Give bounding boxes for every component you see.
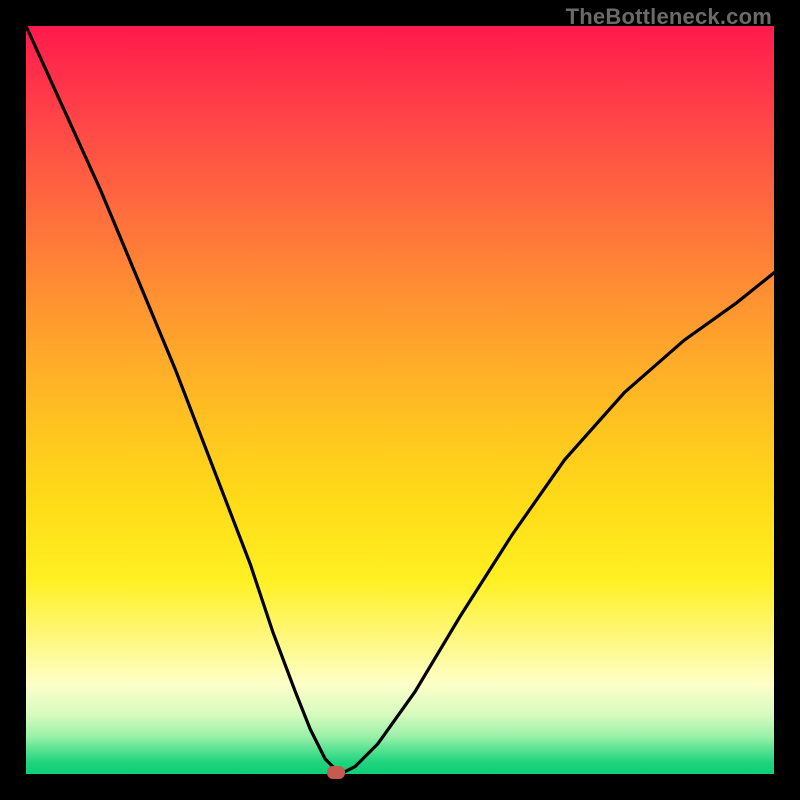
chart-frame: TheBottleneck.com [0, 0, 800, 800]
bottleneck-curve [26, 26, 774, 774]
plot-area [26, 26, 774, 774]
curve-path [26, 26, 774, 774]
optimum-marker [327, 766, 345, 779]
